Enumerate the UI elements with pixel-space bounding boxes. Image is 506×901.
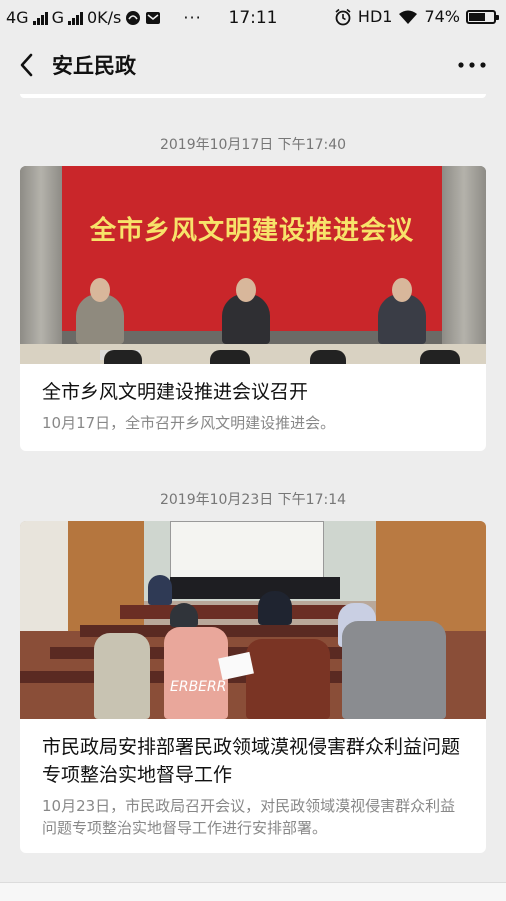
nav-bar: 安丘民政 bbox=[0, 36, 506, 94]
article-summary: 10月23日，市民政局召开会议，对民政领域漠视侵害群众利益问题专项整治实地督导工… bbox=[42, 797, 456, 837]
page-title: 安丘民政 bbox=[52, 54, 136, 78]
article-cover-image: ERBERR bbox=[20, 521, 486, 719]
battery-percent: 74% bbox=[424, 7, 460, 26]
hd-label: HD1 bbox=[357, 7, 393, 26]
banner-text: 全市乡风文明建设推进会议 bbox=[89, 216, 414, 246]
article-timestamp: 2019年10月17日 下午17:40 bbox=[159, 137, 347, 153]
article-card[interactable]: 全市乡风文明建设推进会议 全市乡风文明建设推进会议召开 10月17日，全市召开乡… bbox=[20, 166, 486, 451]
wifi-icon bbox=[399, 10, 418, 24]
more-options-icon[interactable] bbox=[454, 52, 490, 78]
bottom-bar bbox=[0, 882, 506, 901]
article-title: 全市乡风文明建设推进会议召开 bbox=[42, 381, 309, 403]
article-card[interactable]: ERBERR 市民政局安排部署民政领域漠视侵害群众利益问题专项整治实地督导工作 … bbox=[20, 521, 486, 853]
article-cover-image: 全市乡风文明建设推进会议 bbox=[20, 166, 486, 364]
article-summary: 10月17日，全市召开乡风文明建设推进会。 bbox=[42, 414, 336, 432]
previous-card-edge bbox=[20, 94, 486, 98]
alarm-icon bbox=[335, 8, 351, 25]
back-arrow-icon[interactable] bbox=[16, 52, 38, 78]
clothing-text: ERBERR bbox=[170, 679, 227, 695]
article-timestamp: 2019年10月23日 下午17:14 bbox=[159, 492, 347, 508]
battery-icon bbox=[466, 9, 499, 24]
status-bar: 4G G 0K/s ··· 17:11 HD1 74% bbox=[0, 0, 506, 36]
article-title: 市民政局安排部署民政领域漠视侵害群众利益问题专项整治实地督导工作 bbox=[42, 736, 461, 786]
